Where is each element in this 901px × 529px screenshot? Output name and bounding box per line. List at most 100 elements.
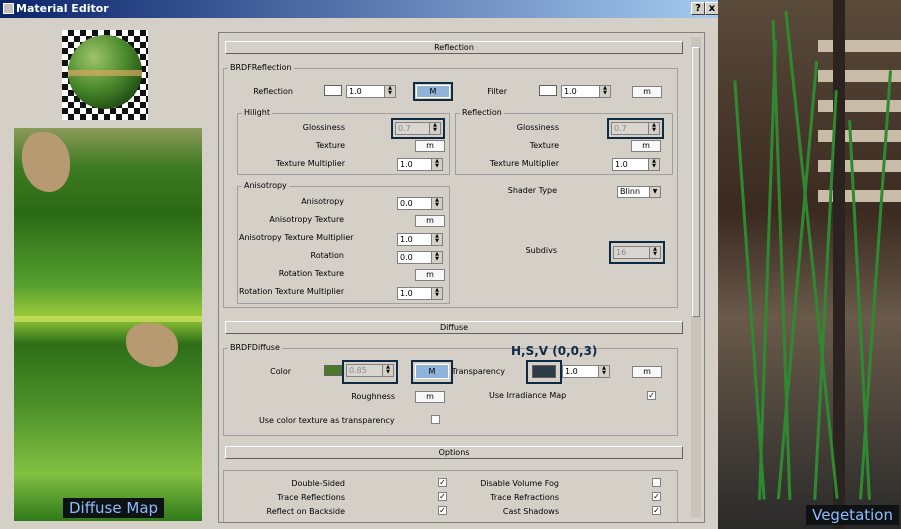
anisotropy-label: Anisotropy [301, 197, 344, 206]
reflection-rollout-header[interactable]: Reflection [225, 41, 683, 54]
hilight-title: Hilight [242, 108, 272, 117]
help-button[interactable]: ? [691, 2, 705, 15]
hilight-glossiness-label: Glossiness [302, 123, 345, 132]
transparency-spinner[interactable]: 1.0 ▲ ▼ [562, 365, 610, 378]
double-sided-checkbox[interactable]: ✓ [438, 478, 447, 487]
cast-shadows-label: Cast Shadows [502, 507, 559, 516]
filter-label: Filter [487, 87, 507, 96]
spinner-arrows-icon[interactable]: ▲ ▼ [598, 366, 609, 377]
cast-shadows-checkbox[interactable]: ✓ [652, 506, 661, 515]
material-preview [62, 30, 148, 120]
diffuse-color-swatch[interactable] [324, 365, 342, 376]
anisotropy-texmult-label: Anisotropy Texture Multiplier [239, 233, 354, 242]
spinner-arrows-icon[interactable]: ▲ ▼ [429, 123, 440, 134]
spinner-arrows-icon[interactable]: ▲ ▼ [599, 86, 610, 97]
vegetation-render: Vegetation [718, 0, 901, 529]
rotation-texture-button[interactable]: m [415, 269, 445, 281]
spinner-arrows-icon[interactable]: ▲ ▼ [431, 234, 442, 245]
spinner-arrows-icon[interactable]: ▲ ▼ [384, 86, 395, 97]
material-editor-window: Material Editor ? x Diffuse Map Reflecti… [0, 0, 718, 529]
double-sided-label: Double-Sided [291, 479, 345, 488]
color-tex-transparency-label: Use color texture as transparency [259, 416, 395, 425]
disable-volume-fog-checkbox[interactable] [652, 478, 661, 487]
chevron-down-icon[interactable]: ▼ [649, 187, 660, 197]
reflection-spinner[interactable]: 1.0 ▲ ▼ [346, 85, 396, 98]
spinner-arrows-icon[interactable]: ▲ ▼ [382, 365, 393, 376]
roughness-label: Roughness [351, 392, 395, 401]
color-map-button[interactable]: M [415, 364, 449, 379]
filter-color-swatch[interactable] [539, 85, 557, 96]
trace-refractions-checkbox[interactable]: ✓ [652, 492, 661, 501]
irradiance-checkbox[interactable]: ✓ [647, 391, 656, 400]
disable-volume-fog-label: Disable Volume Fog [480, 479, 559, 488]
rotation-texture-label: Rotation Texture [278, 269, 344, 278]
hilight-texmult-label: Texture Multiplier [275, 159, 345, 168]
rotation-spinner[interactable]: 0.0 ▲ ▼ [397, 251, 443, 264]
anisotropy-texmult-spinner[interactable]: 1.0 ▲ ▼ [397, 233, 443, 246]
hilight-texture-label: Texture [315, 141, 345, 150]
spinner-arrows-icon[interactable]: ▲ ▼ [648, 159, 659, 170]
window-title: Material Editor [16, 2, 109, 15]
transparency-color-swatch[interactable] [532, 365, 556, 378]
color-label: Color [270, 367, 291, 376]
shader-type-select[interactable]: Blinn ▼ [617, 186, 661, 198]
trace-reflections-label: Trace Reflections [277, 493, 345, 502]
vegetation-caption: Vegetation [806, 505, 899, 525]
diffuse-map-caption: Diffuse Map [63, 498, 165, 518]
preview-sphere [68, 35, 142, 109]
color-tex-transparency-checkbox[interactable] [431, 415, 440, 424]
brdf-reflection-title: BRDFReflection [228, 63, 294, 72]
trace-reflections-checkbox[interactable]: ✓ [438, 492, 447, 501]
spinner-arrows-icon[interactable]: ▲ ▼ [431, 252, 442, 263]
reflection-texmult-label: Texture Multiplier [489, 159, 559, 168]
anisotropy-title: Anisotropy [242, 181, 289, 190]
spinner-arrows-icon[interactable]: ▲ ▼ [648, 123, 659, 134]
anisotropy-spinner[interactable]: 0.0 ▲ ▼ [397, 197, 443, 210]
editor-scrollbar[interactable] [691, 37, 701, 517]
rotation-texmult-spinner[interactable]: 1.0 ▲ ▼ [397, 287, 443, 300]
reflection-map-button[interactable]: M [416, 85, 450, 98]
options-rollout-header[interactable]: Options [225, 446, 683, 459]
reflection-texture-label: Texture [529, 141, 559, 150]
brdf-editor-panel: Reflection BRDFReflection Reflection 1.0… [218, 32, 705, 523]
subdivs-label: Subdivs [525, 246, 557, 255]
filter-spinner[interactable]: 1.0 ▲ ▼ [561, 85, 611, 98]
rotation-label: Rotation [310, 251, 344, 260]
brdf-diffuse-title: BRDFDiffuse [228, 343, 282, 352]
hsv-annotation: H,S,V (0,0,3) [511, 344, 598, 358]
rotation-texmult-label: Rotation Texture Multiplier [239, 287, 345, 296]
reflection-texture-button[interactable]: m [631, 140, 661, 152]
hilight-texmult-spinner[interactable]: 1.0 ▲ ▼ [397, 158, 443, 171]
shader-type-label: Shader Type [507, 186, 557, 195]
transparency-label: Transparency [451, 367, 505, 376]
reflection-color-swatch[interactable] [324, 85, 342, 96]
anisotropy-texture-button[interactable]: m [415, 215, 445, 227]
hilight-glossiness-spinner[interactable]: 0.7 ▲ ▼ [395, 122, 441, 135]
reflect-backside-checkbox[interactable]: ✓ [438, 506, 447, 515]
diffuse-rollout-header[interactable]: Diffuse [225, 321, 683, 334]
anisotropy-texture-label: Anisotropy Texture [269, 215, 344, 224]
trace-refractions-label: Trace Refractions [490, 493, 559, 502]
spinner-arrows-icon[interactable]: ▲ ▼ [431, 198, 442, 209]
irradiance-label: Use Irradiance Map [489, 391, 567, 400]
subdivs-spinner[interactable]: 16 ▲ ▼ [613, 246, 661, 259]
roughness-button[interactable]: m [415, 391, 445, 403]
title-bar: Material Editor ? x [0, 0, 718, 18]
reflection-sub-title: Reflection [460, 108, 504, 117]
filter-map-button[interactable]: m [632, 86, 662, 98]
spinner-arrows-icon[interactable]: ▲ ▼ [431, 159, 442, 170]
close-button[interactable]: x [705, 2, 718, 15]
reflection-texmult-spinner[interactable]: 1.0 ▲ ▼ [612, 158, 660, 171]
reflection-glossiness-label: Glossiness [516, 123, 559, 132]
diffuse-map-image [14, 128, 202, 521]
spinner-arrows-icon[interactable]: ▲ ▼ [431, 288, 442, 299]
hilight-texture-button[interactable]: m [415, 140, 445, 152]
transparency-map-button[interactable]: m [632, 366, 662, 378]
window-icon [3, 3, 14, 14]
spinner-arrows-icon[interactable]: ▲ ▼ [649, 247, 660, 258]
reflection-label: Reflection [253, 87, 293, 96]
reflection-glossiness-spinner[interactable]: 0.7 ▲ ▼ [611, 122, 660, 135]
color-spinner[interactable]: 0.85 ▲ ▼ [346, 364, 394, 377]
reflect-backside-label: Reflect on Backside [266, 507, 345, 516]
scrollbar-thumb[interactable] [692, 47, 700, 317]
